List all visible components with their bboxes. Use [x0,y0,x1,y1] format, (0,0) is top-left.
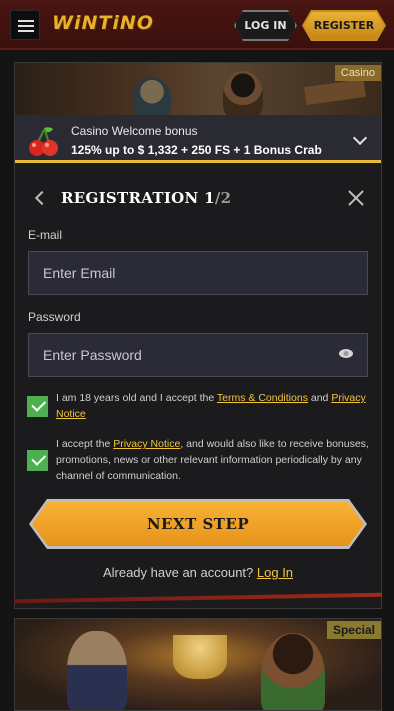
privacy-notice-link-2[interactable]: Privacy Notice [113,438,180,450]
special-tag: Special [326,621,381,639]
marketing-consent-text: I accept the Privacy Notice, and would a… [56,436,372,484]
login-button-label: LOG IN [244,19,287,32]
bonus-title: Casino Welcome bonus [71,124,198,138]
login-button[interactable]: LOG IN [234,10,297,41]
welcome-bonus-selector[interactable]: Casino Welcome bonus 125% up to $ 1,332 … [15,115,381,163]
casino-tag: Casino [334,65,381,81]
banner-character-image [67,631,127,710]
password-label: Password [28,310,81,324]
consent2-prefix: I accept the [56,438,114,450]
terms-conditions-link[interactable]: Terms & Conditions [217,392,308,404]
email-label: E-mail [28,228,63,242]
login-link[interactable]: Log In [257,565,293,580]
banner-sign-image [304,78,366,106]
close-icon[interactable] [347,189,365,207]
trophy-image [173,635,227,679]
password-input[interactable] [28,333,368,377]
consent1-and: and [307,392,332,404]
eye-icon[interactable] [339,349,353,358]
casino-promo-banner: Casino [15,63,381,115]
back-chevron-icon[interactable] [34,190,50,206]
banner-character-image [223,71,263,115]
hamburger-menu-button[interactable] [10,10,40,40]
already-text: Already have an account? [102,565,257,580]
registration-title: REGISTRATION 1/2 [61,189,231,207]
already-have-account: Already have an account? Log In [15,565,381,580]
banner-character-image [261,633,325,710]
marketing-consent-checkbox[interactable] [27,450,48,471]
age-terms-checkbox[interactable] [27,396,48,417]
register-button-label: REGISTER [313,19,375,32]
banner-character-image [133,77,171,115]
register-button[interactable]: REGISTER [302,10,386,41]
special-promo-banner[interactable]: Special [14,618,382,711]
email-input[interactable] [28,251,368,295]
bonus-detail: 125% up to $ 1,332 + 250 FS + 1 Bonus Cr… [71,143,322,157]
registration-step-total: 2 [220,189,232,207]
next-step-button[interactable]: NEXT STEP [29,499,367,549]
top-header: WiNTiNO LOG IN REGISTER [0,0,394,50]
consent1-prefix: I am 18 years old and I accept the [56,392,217,404]
cherry-icon [29,127,58,156]
chevron-down-icon[interactable] [352,130,368,146]
age-terms-consent-text: I am 18 years old and I accept the Terms… [56,390,372,422]
registration-card: Casino Casino Welcome bonus 125% up to $… [14,62,382,609]
next-step-label: NEXT STEP [146,515,250,533]
registration-title-text: REGISTRATION 1 [61,189,215,207]
brand-logo[interactable]: WiNTiNO [52,12,154,34]
